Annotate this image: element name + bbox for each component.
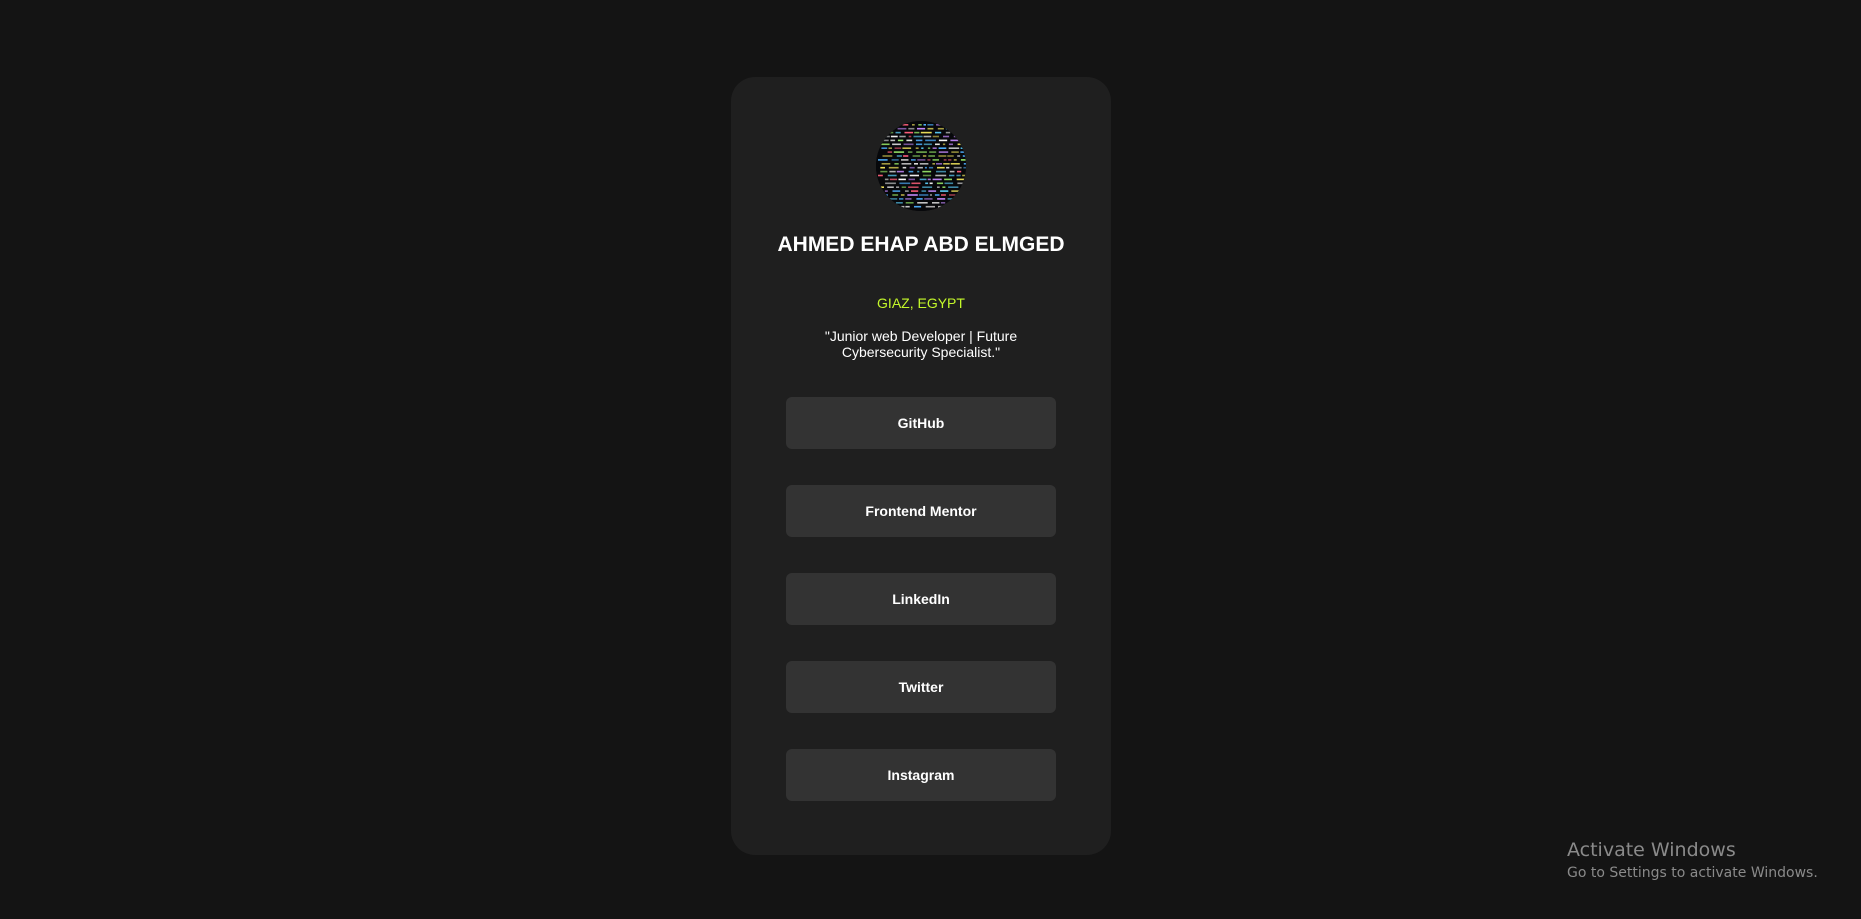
frontend-mentor-link-button[interactable]: Frontend Mentor [786, 485, 1056, 537]
page: AHMED EHAP ABD ELMGED GIAZ, EGYPT "Junio… [0, 0, 1861, 919]
profile-bio: "Junior web Developer | Future Cybersecu… [824, 328, 1018, 360]
profile-name: AHMED EHAP ABD ELMGED [777, 233, 1065, 256]
profile-location: GIAZ, EGYPT [877, 295, 965, 311]
instagram-link-button[interactable]: Instagram [786, 749, 1056, 801]
avatar [876, 121, 966, 211]
social-links: GitHub Frontend Mentor LinkedIn Twitter … [786, 397, 1056, 837]
windows-activation-watermark: Activate Windows Go to Settings to activ… [1567, 838, 1818, 882]
watermark-title: Activate Windows [1567, 839, 1736, 861]
code-screen-image [876, 121, 966, 211]
profile-card: AHMED EHAP ABD ELMGED GIAZ, EGYPT "Junio… [731, 77, 1111, 855]
twitter-link-button[interactable]: Twitter [786, 661, 1056, 713]
watermark-subtitle: Go to Settings to activate Windows. [1567, 865, 1818, 881]
linkedin-link-button[interactable]: LinkedIn [786, 573, 1056, 625]
github-link-button[interactable]: GitHub [786, 397, 1056, 449]
